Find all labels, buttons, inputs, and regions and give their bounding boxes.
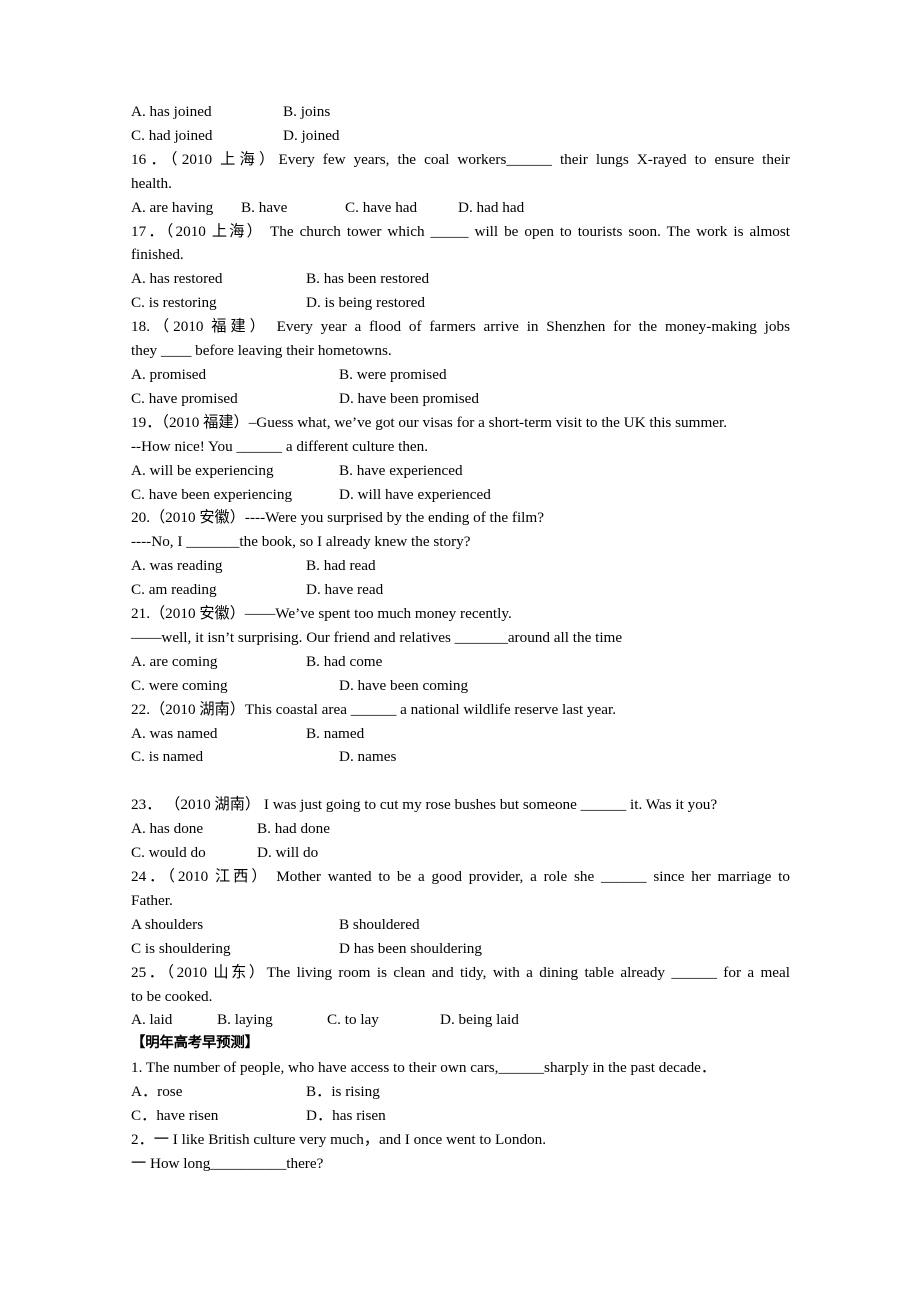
question-stem: 25．（2010 山东）The living room is clean and…	[131, 963, 790, 981]
option-a: A. promised	[131, 365, 207, 383]
question-stem: 16．（2010 上海）Every few years, the coal wo…	[131, 150, 790, 168]
option-d: D. have been coming	[339, 676, 469, 694]
option-c: C. to lay	[327, 1011, 379, 1029]
option-d: D has been shouldering	[339, 939, 482, 957]
options-row: C. is named D. names	[131, 745, 790, 769]
option-b: B．is rising	[306, 1083, 380, 1101]
options-row: A shoulders B shouldered	[131, 913, 790, 937]
option-d: D. have read	[306, 581, 384, 599]
question-stem-cont: Father.	[131, 891, 173, 909]
options-row: C is shouldering D has been shouldering	[131, 937, 790, 961]
question-stem: 18.（2010 福建） Every year a flood of farme…	[131, 318, 790, 336]
option-b: B. were promised	[339, 365, 447, 383]
option-d: D. being laid	[440, 1011, 519, 1029]
options-row: A. promised B. were promised	[131, 363, 790, 387]
option-b: B shouldered	[339, 915, 420, 933]
option-a: A shoulders	[131, 915, 204, 933]
question-stem: 22.（2010 湖南）This coastal area ______ a n…	[131, 700, 617, 718]
options-row: A. has joined B. joins	[131, 100, 790, 124]
options-row: A. will be experiencing B. have experien…	[131, 459, 790, 483]
options-row: A. was named B. named	[131, 722, 790, 746]
question-stem-cont: health.	[131, 174, 172, 192]
option-b: B. had read	[306, 557, 376, 575]
option-d: D. names	[339, 748, 397, 766]
option-b: B. had done	[257, 820, 330, 838]
option-b: B. named	[306, 724, 365, 742]
options-row: C. have been experiencing D. will have e…	[131, 483, 790, 507]
section-heading: 【明年高考早预测】	[131, 1035, 259, 1052]
options-row: A. laid B. laying C. to lay D. being lai…	[131, 1008, 790, 1032]
option-a: A．rose	[131, 1083, 183, 1101]
options-row: C. have promised D. have been promised	[131, 387, 790, 411]
document-body: A. has joined B. joins C. had joined D. …	[131, 100, 790, 1176]
option-d: D. had had	[458, 198, 525, 216]
options-row: C. am reading D. have read	[131, 578, 790, 602]
question-stem: 24．（2010 江西） Mother wanted to be a good …	[131, 867, 790, 885]
document-page: A. has joined B. joins C. had joined D. …	[0, 0, 920, 1302]
options-row: C. had joined D. joined	[131, 124, 790, 148]
option-c: C. had joined	[131, 126, 213, 144]
question-stem-cont: --How nice! You ______ a different cultu…	[131, 437, 429, 455]
option-c: C. is named	[131, 748, 204, 766]
option-c: C. were coming	[131, 676, 228, 694]
option-c: C. am reading	[131, 581, 217, 599]
question-stem: 1. The number of people, who have access…	[131, 1059, 717, 1077]
question-stem: 17．（2010 上海） The church tower which ____…	[131, 222, 790, 240]
option-a: A. has restored	[131, 270, 223, 288]
question-stem-cont: 一 How long__________there?	[131, 1154, 324, 1172]
question-stem: 2．一 I like British culture very much，and…	[131, 1130, 547, 1148]
options-row: A. has done B. had done	[131, 817, 790, 841]
option-b: B. had come	[306, 652, 383, 670]
option-c: C is shouldering	[131, 939, 231, 957]
option-c: C. have been experiencing	[131, 485, 293, 503]
options-row: A. are coming B. had come	[131, 650, 790, 674]
option-c: C. would do	[131, 844, 206, 862]
options-row: C. were coming D. have been coming	[131, 674, 790, 698]
question-stem: 20.（2010 安徽）----Were you surprised by th…	[131, 509, 544, 527]
option-c: C. have promised	[131, 389, 238, 407]
option-b: B. have experienced	[339, 461, 463, 479]
option-a: A. are having	[131, 198, 214, 216]
options-row: A．rose B．is rising	[131, 1080, 790, 1104]
question-stem-cont: finished.	[131, 246, 184, 264]
options-row: A. are having B. have C. have had D. had…	[131, 196, 790, 220]
question-stem-cont: they ____ before leaving their hometowns…	[131, 342, 392, 360]
option-a: A. was named	[131, 724, 218, 742]
option-c: C. have had	[345, 198, 418, 216]
option-b: B. joins	[283, 103, 331, 120]
option-a: A. will be experiencing	[131, 461, 274, 479]
question-stem: 19．（2010 福建）–Guess what, we’ve got our v…	[131, 413, 728, 431]
option-b: B. has been restored	[306, 270, 430, 288]
question-stem: 23． （2010 湖南） I was just going to cut my…	[131, 796, 718, 814]
option-a: A. was reading	[131, 557, 223, 575]
option-d: D. will do	[257, 844, 319, 862]
question-stem-cont: ——well, it isn’t surprising. Our friend …	[131, 628, 623, 646]
option-d: D. is being restored	[306, 294, 425, 312]
option-c: C. is restoring	[131, 294, 217, 312]
option-c: C．have risen	[131, 1107, 219, 1125]
question-stem: 21.（2010 安徽）——We’ve spent too much money…	[131, 605, 512, 623]
question-stem-cont: ----No, I _______the book, so I already …	[131, 533, 471, 551]
option-d: D. will have experienced	[339, 485, 491, 503]
option-d: D．has risen	[306, 1107, 386, 1125]
option-d: D. have been promised	[339, 389, 480, 407]
options-row: C. is restoring D. is being restored	[131, 291, 790, 315]
option-a: A. has joined	[131, 103, 212, 120]
option-a: A. are coming	[131, 652, 218, 670]
options-row: C．have risen D．has risen	[131, 1104, 790, 1128]
option-a: A. has done	[131, 820, 204, 838]
option-b: B. laying	[217, 1011, 273, 1029]
options-row: A. was reading B. had read	[131, 554, 790, 578]
options-row: C. would do D. will do	[131, 841, 790, 865]
option-a: A. laid	[131, 1011, 173, 1029]
options-row: A. has restored B. has been restored	[131, 267, 790, 291]
option-b: B. have	[241, 198, 288, 216]
option-d: D. joined	[283, 126, 340, 144]
question-stem-cont: to be cooked.	[131, 987, 213, 1005]
